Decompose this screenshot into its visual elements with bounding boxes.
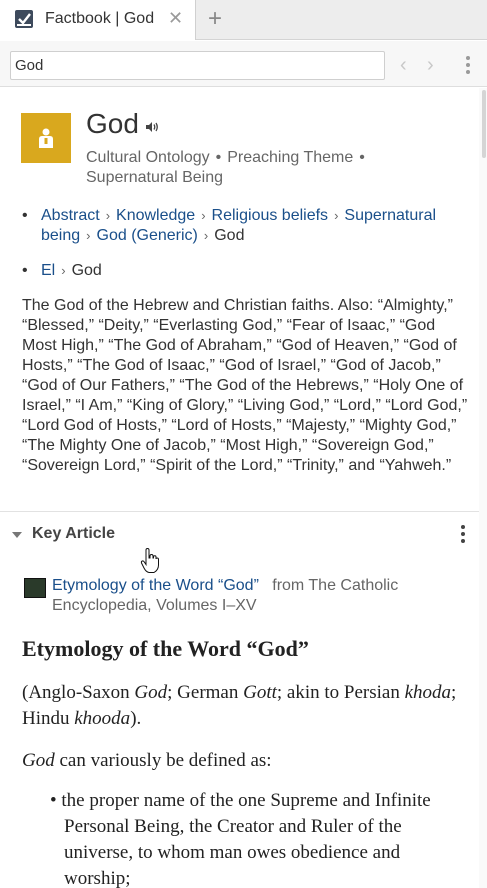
key-article-reference: Etymology of the Word “God” from The Cat… — [24, 576, 464, 616]
caret-down-icon — [12, 532, 22, 538]
divider — [0, 511, 479, 512]
list-item-text: the proper name of the one Supreme and I… — [61, 790, 431, 888]
text-run: ; German — [167, 682, 244, 703]
separator-dot: • — [215, 149, 222, 166]
speaker-icon[interactable] — [145, 120, 159, 134]
text-run-italic: God — [22, 750, 55, 771]
more-vertical-icon[interactable] — [465, 56, 471, 76]
chevron-right-icon: › — [201, 208, 206, 223]
text-run-italic: khoda — [404, 682, 452, 703]
breadcrumb-current: God — [71, 262, 102, 279]
section-title: Key Article — [32, 525, 115, 542]
breadcrumb-link[interactable]: El — [41, 262, 55, 279]
page-title: God — [86, 108, 139, 139]
bullet: • — [22, 262, 28, 279]
scrollbar-track[interactable] — [479, 88, 487, 888]
breadcrumb-link[interactable]: Religious beliefs — [212, 207, 329, 224]
text-run-italic: God — [134, 682, 168, 703]
book-cover-icon — [24, 578, 46, 598]
hand-cursor-icon — [140, 548, 159, 573]
chevron-right-icon[interactable]: › — [427, 54, 443, 76]
chevron-right-icon: › — [105, 208, 111, 223]
list-item: • the proper name of the one Supreme and… — [50, 790, 431, 888]
more-vertical-icon[interactable] — [460, 525, 466, 545]
chevron-right-icon: › — [203, 228, 209, 243]
chevron-left-icon[interactable]: ‹ — [400, 54, 416, 76]
breadcrumb: • El › God — [22, 261, 472, 281]
entity-types-continued: Supernatural Being — [86, 168, 456, 188]
type-label: Supernatural Being — [86, 169, 223, 186]
chevron-right-icon: › — [86, 228, 91, 243]
search-input[interactable] — [10, 51, 385, 80]
person-icon — [21, 113, 71, 163]
text-run: (Anglo-Saxon — [22, 682, 135, 703]
key-article-toggle[interactable]: Key Article — [0, 518, 479, 550]
tab-title: Factbook | God — [45, 10, 155, 27]
factbook-content: God Cultural Ontology • Preaching Theme • S… — [0, 88, 479, 888]
article-paragraph: (Anglo-Saxon God; German Gott; akin to P… — [22, 680, 472, 732]
scrollbar-thumb[interactable] — [482, 90, 486, 158]
type-label: Cultural Ontology — [86, 149, 210, 166]
text-run-italic: khooda — [74, 708, 131, 729]
entity-description: The God of the Hebrew and Christian fait… — [22, 297, 468, 474]
type-label: Preaching Theme — [227, 149, 354, 166]
article-title: Etymology of the Word “God” — [22, 636, 309, 661]
tab-factbook[interactable]: Factbook | God ✕ — [0, 0, 196, 40]
key-article-link[interactable]: Etymology of the Word “God” — [52, 577, 259, 594]
text-run-italic: Gott — [243, 682, 277, 703]
breadcrumb-link[interactable]: Abstract — [41, 207, 100, 224]
breadcrumb: • Abstract › Knowledge › Religious beliefs › S… — [22, 206, 472, 246]
plus-icon[interactable]: + — [208, 6, 222, 32]
separator-dot: • — [359, 149, 365, 166]
breadcrumb-link[interactable]: Knowledge — [116, 207, 195, 224]
text-run: can variously be defined as: — [54, 750, 272, 771]
bullet: • — [22, 207, 28, 224]
article-paragraph: God can variously be defined as: — [22, 748, 472, 774]
tab-bar: Factbook | God ✕ + — [0, 0, 487, 40]
close-icon[interactable]: ✕ — [168, 8, 183, 29]
text-run: ). — [130, 708, 142, 729]
entity-types: Cultural Ontology • Preaching Theme • — [86, 148, 456, 168]
breadcrumb-current: God — [214, 227, 245, 244]
toolbar: ‹ › — [0, 41, 487, 87]
breadcrumb-link[interactable]: God (Generic) — [97, 227, 198, 244]
factbook-icon — [15, 10, 33, 28]
text-run: ; akin to Persian — [276, 682, 405, 703]
chevron-right-icon: › — [334, 208, 339, 223]
chevron-right-icon: › — [61, 263, 66, 278]
